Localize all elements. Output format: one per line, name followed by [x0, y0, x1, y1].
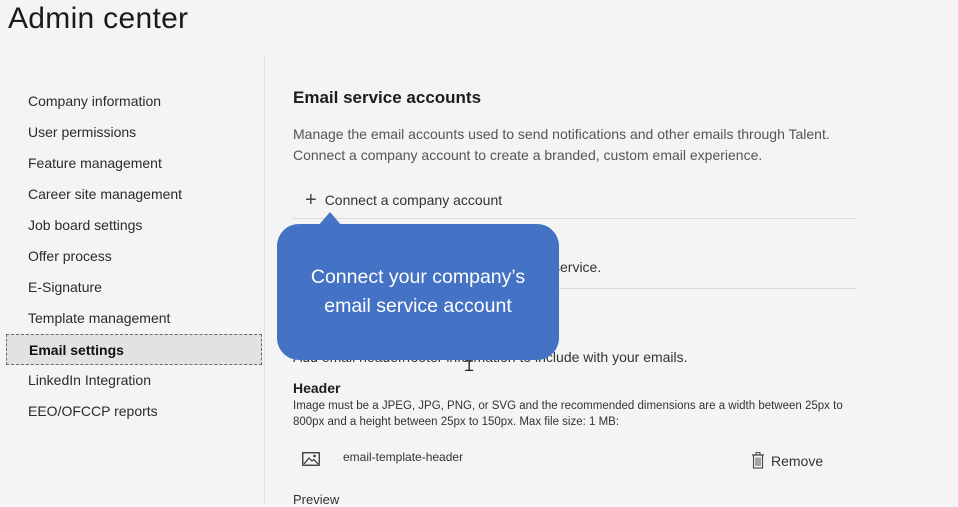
header-help-line-2: 800px and a height between 25px to 150px…	[293, 416, 620, 428]
sidebar-item-job-board-settings[interactable]: Job board settings	[6, 210, 262, 241]
sidebar-item-email-settings[interactable]: Email settings	[6, 334, 262, 365]
trash-icon	[752, 452, 764, 469]
connect-company-account-button[interactable]: + Connect a company account	[305, 188, 502, 212]
sidebar-divider	[264, 56, 265, 504]
description-line-2: Connect a company account to create a br…	[293, 147, 763, 163]
account-status-text: service.	[553, 259, 602, 275]
header-file-row: email-template-header Remove	[293, 446, 853, 476]
header-help-text: Image must be a JPEG, JPG, PNG, or SVG a…	[293, 398, 853, 430]
sidebar-item-career-site-management[interactable]: Career site management	[6, 179, 262, 210]
sidebar-item-linkedin-integration[interactable]: LinkedIn Integration	[6, 365, 262, 396]
sidebar-item-user-permissions[interactable]: User permissions	[6, 117, 262, 148]
description-line-1: Manage the email accounts used to send n…	[293, 126, 830, 142]
file-name: email-template-header	[343, 450, 464, 464]
preview-label: Preview	[293, 492, 340, 507]
sidebar-item-eeo-ofccp-reports[interactable]: EEO/OFCCP reports	[6, 396, 262, 427]
callout-line-1: Connect your company’s	[310, 266, 526, 288]
callout-line-2: email service account	[324, 295, 512, 317]
connect-label: Connect a company account	[324, 192, 503, 208]
plus-icon: +	[305, 189, 317, 211]
tutorial-callout: Connect your company’s email service acc…	[277, 224, 559, 360]
sidebar-item-e-signature[interactable]: E-Signature	[6, 272, 262, 303]
divider	[293, 218, 857, 219]
sidebar-item-company-information[interactable]: Company information	[6, 86, 262, 117]
remove-label: Remove	[771, 452, 824, 469]
app-title: Admin center	[8, 2, 189, 35]
header-label: Header	[293, 380, 341, 396]
sidebar-item-feature-management[interactable]: Feature management	[6, 148, 262, 179]
sidebar-item-template-management[interactable]: Template management	[6, 303, 262, 334]
image-icon	[302, 452, 320, 466]
callout-text: Connect your company’s email service acc…	[311, 263, 525, 321]
section-description: Manage the email accounts used to send n…	[293, 124, 853, 166]
remove-button[interactable]: Remove	[751, 452, 823, 469]
sidebar-item-offer-process[interactable]: Offer process	[6, 241, 262, 272]
header-help-line-1: Image must be a JPEG, JPG, PNG, or SVG a…	[293, 400, 843, 412]
section-title: Email service accounts	[293, 88, 482, 107]
